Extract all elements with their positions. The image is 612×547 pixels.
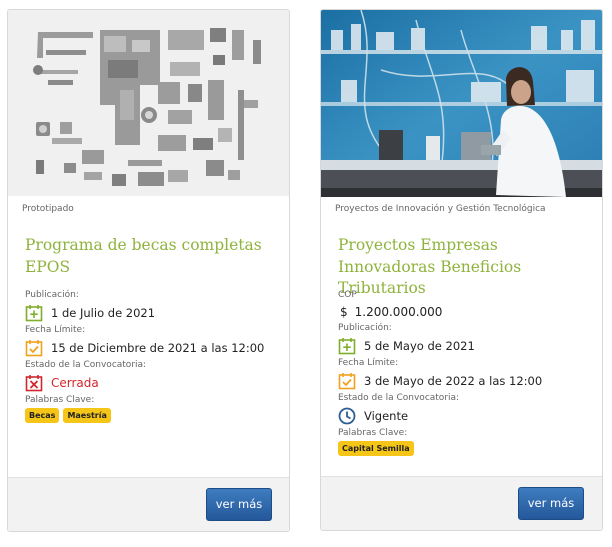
status-value: Vigente	[364, 409, 409, 423]
publication-row: 1 de Julio de 2021	[25, 301, 264, 325]
keyword-tag[interactable]: Maestría	[63, 408, 111, 423]
currency-symbol: $	[340, 305, 348, 319]
card-details: COP $ 1.200.000.000 Publicación: 5 de Ma…	[338, 290, 542, 456]
phone-parts-illustration	[8, 10, 289, 196]
card-title[interactable]: Programa de becas completas EPOS	[25, 235, 275, 278]
card-image-laboratory[interactable]	[321, 10, 602, 197]
publication-date: 5 de Mayo de 2021	[364, 339, 475, 353]
calendar-x-icon	[25, 375, 43, 392]
card-category: Proyectos de Innovación y Gestión Tecnol…	[335, 204, 546, 214]
deadline-row: 15 de Diciembre de 2021 a las 12:00	[25, 336, 264, 360]
card-convocatoria: Prototipado Programa de becas completas …	[7, 9, 290, 532]
card-convocatoria: Proyectos de Innovación y Gestión Tecnol…	[320, 9, 603, 531]
deadline-label: Fecha Límite:	[25, 325, 86, 335]
deadline-date: 3 de Mayo de 2022 a las 12:00	[364, 374, 543, 388]
status-label: Estado de la Convocatoria:	[338, 393, 460, 403]
card-details: Publicación: 1 de Julio de 2021 Fecha Lí…	[25, 290, 264, 423]
ver-mas-button[interactable]: ver más	[206, 488, 272, 521]
ver-mas-button[interactable]: ver más	[518, 487, 584, 520]
card-category: Prototipado	[22, 204, 74, 214]
keyword-tags: Becas Maestría	[25, 408, 264, 423]
keywords-label: Palabras Clave:	[338, 428, 408, 438]
publication-date: 1 de Julio de 2021	[51, 306, 156, 320]
amount-label: COP	[338, 290, 357, 300]
amount-row: $ 1.200.000.000	[338, 301, 542, 323]
calendar-plus-icon	[338, 338, 356, 355]
deadline-label: Fecha Límite:	[338, 358, 399, 368]
publication-label: Publicación:	[25, 290, 79, 300]
keyword-tags: Capital Semilla	[338, 441, 542, 456]
status-value: Cerrada	[51, 376, 99, 390]
calendar-check-icon	[338, 373, 356, 390]
publication-label: Publicación:	[338, 323, 392, 333]
deadline-date: 15 de Diciembre de 2021 a las 12:00	[51, 341, 265, 355]
keywords-label: Palabras Clave:	[25, 395, 95, 405]
clock-icon	[338, 407, 356, 425]
laboratory-photo	[321, 10, 602, 197]
status-row: Vigente	[338, 404, 542, 428]
status-label: Estado de la Convocatoria:	[25, 360, 147, 370]
card-footer: ver más	[321, 476, 602, 530]
publication-row: 5 de Mayo de 2021	[338, 334, 542, 358]
calendar-plus-icon	[25, 305, 43, 322]
keyword-tag[interactable]: Becas	[25, 408, 60, 423]
keyword-tag[interactable]: Capital Semilla	[338, 441, 414, 456]
card-footer: ver más	[8, 477, 289, 531]
deadline-row: 3 de Mayo de 2022 a las 12:00	[338, 369, 542, 393]
card-image-phone-parts[interactable]	[8, 10, 289, 196]
amount-value: 1.200.000.000	[354, 305, 443, 319]
status-row: Cerrada	[25, 371, 264, 395]
calendar-check-icon	[25, 340, 43, 357]
